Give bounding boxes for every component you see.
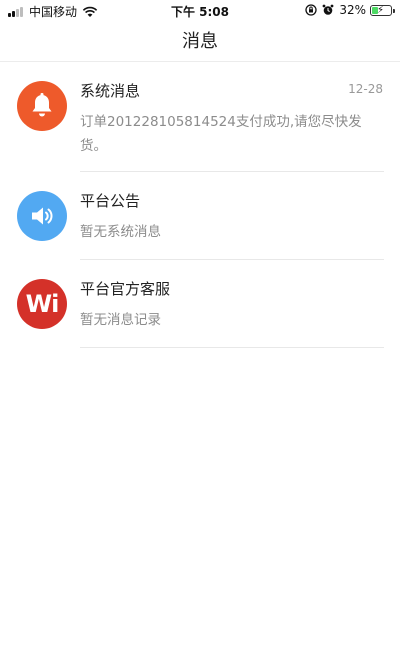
- message-item-announcement[interactable]: 平台公告 暂无系统消息: [0, 172, 400, 260]
- message-preview: 暂无系统消息: [80, 224, 161, 240]
- bell-icon: [17, 81, 67, 131]
- alarm-icon: [322, 4, 334, 15]
- message-list: 系统消息 12-28 订单201228105814524支付成功,请您尽快发货。…: [0, 62, 400, 348]
- nav-header: 消息: [0, 22, 400, 62]
- page-title: 消息: [182, 31, 218, 52]
- message-item-system[interactable]: 系统消息 12-28 订单201228105814524支付成功,请您尽快发货。: [0, 62, 400, 172]
- battery-icon: ⚡: [370, 4, 395, 16]
- message-item-customer-service[interactable]: Wi 平台官方客服 暂无消息记录: [0, 260, 400, 348]
- screen-lock-icon: [305, 4, 317, 16]
- message-title: 平台官方客服: [80, 280, 171, 298]
- message-title: 系统消息: [80, 82, 141, 100]
- battery-percent: 32%: [339, 3, 366, 17]
- message-title: 平台公告: [80, 192, 141, 210]
- divider: [80, 347, 384, 348]
- status-right: 32% ⚡: [305, 3, 395, 17]
- wi-logo-icon: Wi: [17, 279, 67, 329]
- speaker-icon: [17, 191, 67, 241]
- status-bar: 中国移动 下午 5:08 32% ⚡: [0, 0, 400, 22]
- message-preview: 暂无消息记录: [80, 312, 161, 328]
- wi-logo-text: Wi: [25, 290, 60, 318]
- message-date: 12-28: [348, 82, 383, 96]
- message-preview: 订单201228105814524支付成功,请您尽快发货。: [80, 114, 362, 154]
